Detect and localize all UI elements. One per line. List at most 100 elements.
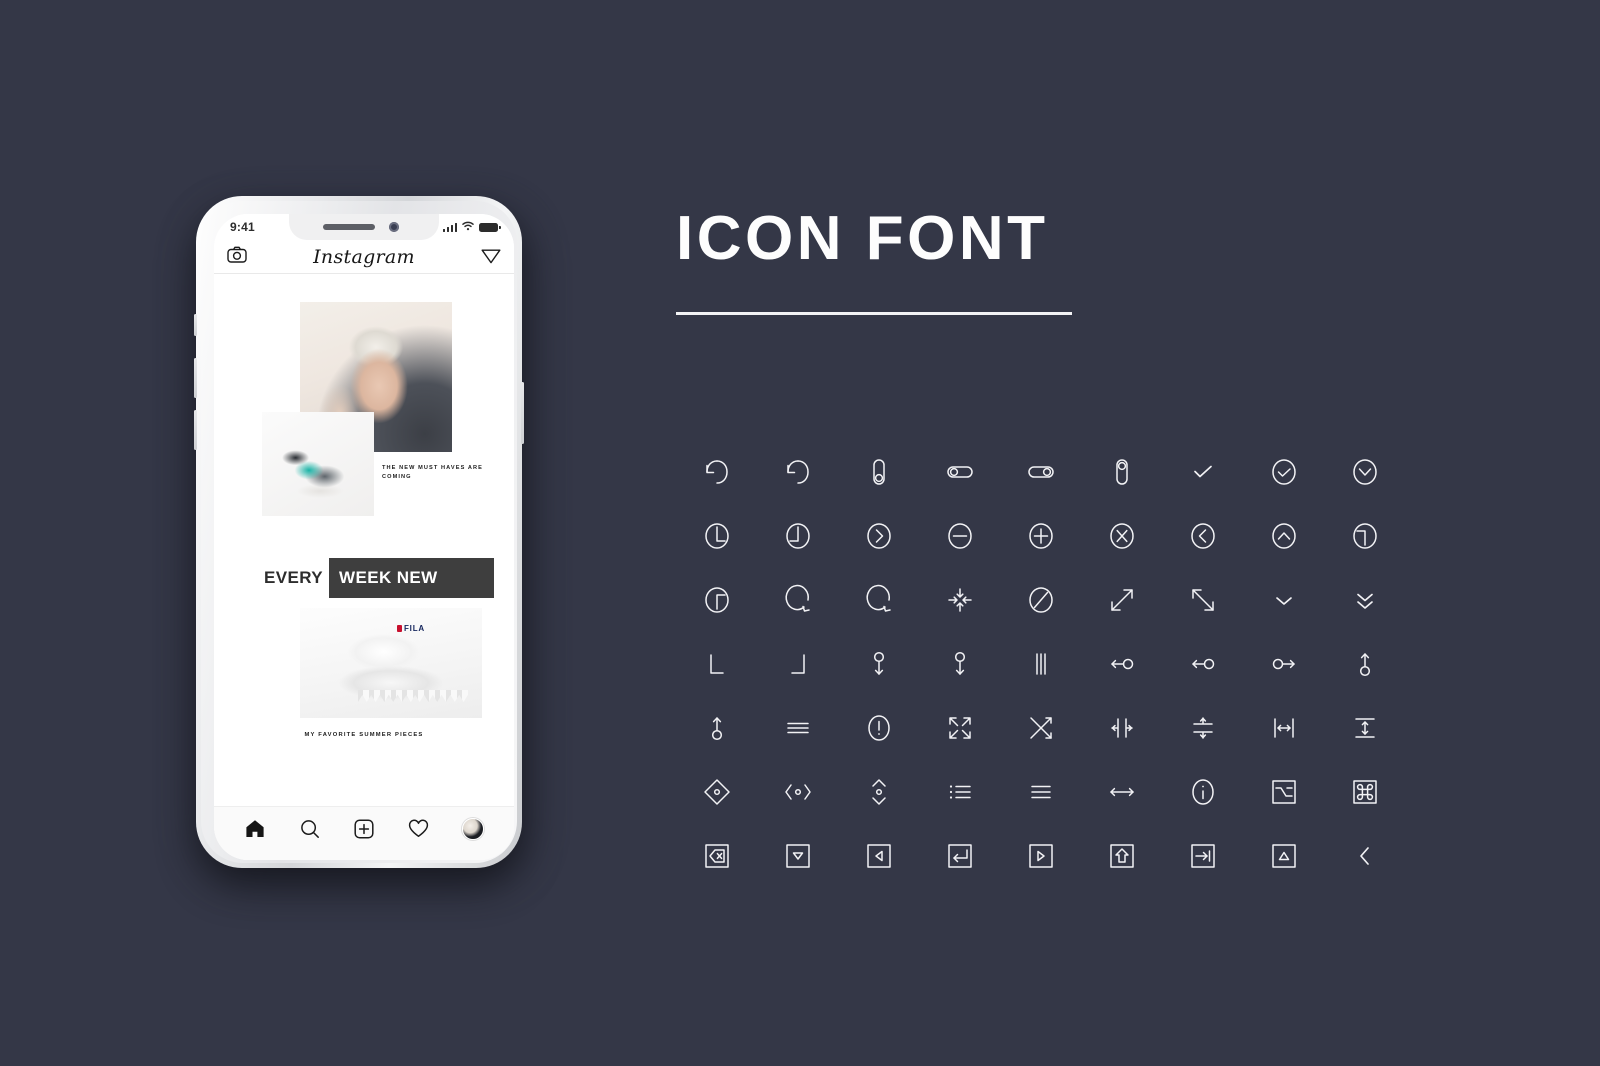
toggle-right-icon[interactable]	[1014, 445, 1068, 499]
hamburger-icon[interactable]	[1014, 765, 1068, 819]
alert-circle-icon[interactable]	[852, 701, 906, 755]
chevron-left-icon[interactable]	[1338, 829, 1392, 883]
phone-bezel: 9:41 Instagram THE NEW MUST HAVES ARE CO…	[201, 201, 517, 863]
distribute-vertical-icon[interactable]	[1176, 701, 1230, 755]
page-title: ICON FONT	[676, 204, 1049, 273]
minus-circle-icon[interactable]	[933, 509, 987, 563]
battery-icon	[479, 222, 501, 232]
corner-bottom-left-icon[interactable]	[690, 637, 744, 691]
x-circle-icon[interactable]	[1095, 509, 1149, 563]
phone-screen: 9:41 Instagram THE NEW MUST HAVES ARE CO…	[214, 214, 514, 860]
wifi-icon	[462, 218, 474, 236]
promo-left-text: EVERY	[232, 558, 330, 598]
measure-width-icon[interactable]	[1257, 701, 1311, 755]
signal-bars-icon	[442, 222, 457, 232]
home-icon[interactable]	[238, 814, 272, 844]
shift-key-icon[interactable]	[1095, 829, 1149, 883]
shuffle-icon[interactable]	[1014, 701, 1068, 755]
corner-up-right-circle-icon[interactable]	[690, 573, 744, 627]
three-vertical-lines-icon[interactable]	[1014, 637, 1068, 691]
diamond-dot-icon[interactable]	[690, 765, 744, 819]
icon-grid	[676, 440, 1406, 888]
circle-arrow-right-end-icon[interactable]	[1257, 637, 1311, 691]
chevron-right-circle-icon[interactable]	[852, 509, 906, 563]
enter-key-icon[interactable]	[933, 829, 987, 883]
app-header: Instagram	[214, 240, 514, 274]
arrow-left-circle-end-icon[interactable]	[1095, 637, 1149, 691]
command-key-icon[interactable]	[1338, 765, 1392, 819]
corner-up-left-circle-icon[interactable]	[1338, 509, 1392, 563]
corner-down-right-circle-icon[interactable]	[771, 509, 825, 563]
instagram-feed[interactable]: THE NEW MUST HAVES ARE COMING EVERY WEEK…	[214, 274, 514, 806]
option-key-icon[interactable]	[1257, 765, 1311, 819]
status-time: 9:41	[230, 220, 255, 234]
paper-plane-icon[interactable]	[481, 245, 501, 269]
caps-key-icon[interactable]	[1257, 829, 1311, 883]
search-icon[interactable]	[293, 814, 327, 844]
refresh-counterclockwise-icon[interactable]	[771, 573, 825, 627]
tab-key-icon[interactable]	[1176, 829, 1230, 883]
post-image-teal-sneaker[interactable]	[262, 412, 374, 516]
maximize-icon[interactable]	[933, 701, 987, 755]
avatar[interactable]	[456, 814, 490, 844]
chevrons-down-icon[interactable]	[1338, 573, 1392, 627]
icon-font-panel: ICON FONT	[676, 204, 1436, 868]
promo-banner[interactable]: EVERY WEEK NEW	[232, 558, 494, 598]
info-circle-icon[interactable]	[1176, 765, 1230, 819]
measure-height-icon[interactable]	[1338, 701, 1392, 755]
plus-circle-icon[interactable]	[1014, 509, 1068, 563]
chevron-down-icon[interactable]	[1257, 573, 1311, 627]
arrow-left-circle-end-alt-icon[interactable]	[1176, 637, 1230, 691]
heart-icon[interactable]	[401, 814, 435, 844]
arrow-diagonal-down-right-icon[interactable]	[1176, 573, 1230, 627]
left-key-icon[interactable]	[852, 829, 906, 883]
title-divider	[676, 312, 1072, 315]
chevrons-up-down-dot-icon[interactable]	[852, 765, 906, 819]
phone-frame: 9:41 Instagram THE NEW MUST HAVES ARE CO…	[194, 196, 524, 868]
check-circle-icon[interactable]	[1257, 445, 1311, 499]
toggle-vertical-on-icon[interactable]	[1095, 445, 1149, 499]
phone-mockup: 9:41 Instagram THE NEW MUST HAVES ARE CO…	[194, 196, 526, 874]
rotate-counterclockwise-icon[interactable]	[690, 445, 744, 499]
refresh-clockwise-icon[interactable]	[852, 573, 906, 627]
circle-arrow-down-alt-icon[interactable]	[933, 637, 987, 691]
silent-switch[interactable]	[194, 314, 197, 336]
menu-lines-icon[interactable]	[771, 701, 825, 755]
play-key-icon[interactable]	[1014, 829, 1068, 883]
arrow-diagonal-up-right-icon[interactable]	[1095, 573, 1149, 627]
sneaker-sole	[358, 690, 468, 702]
fila-brand-logo: FILA	[397, 624, 425, 633]
corner-down-left-circle-icon[interactable]	[690, 509, 744, 563]
circle-arrow-down-icon[interactable]	[852, 637, 906, 691]
slash-circle-icon[interactable]	[1014, 573, 1068, 627]
add-post-icon[interactable]	[347, 814, 381, 844]
circle-arrow-up-icon[interactable]	[690, 701, 744, 755]
avatar-image	[461, 817, 484, 840]
instagram-logo: Instagram	[313, 245, 415, 268]
check-icon[interactable]	[1176, 445, 1230, 499]
dropdown-key-icon[interactable]	[771, 829, 825, 883]
promo-right-text: WEEK NEW	[329, 558, 494, 598]
circle-arrow-up-end-icon[interactable]	[1338, 637, 1392, 691]
list-icon[interactable]	[933, 765, 987, 819]
toggle-left-icon[interactable]	[933, 445, 987, 499]
chevron-up-circle-icon[interactable]	[1257, 509, 1311, 563]
volume-up-button[interactable]	[194, 358, 197, 398]
collapse-icon[interactable]	[933, 573, 987, 627]
post-caption-2: MY FAVORITE SUMMER PIECES	[304, 732, 424, 738]
arrows-horizontal-icon[interactable]	[1095, 765, 1149, 819]
volume-down-button[interactable]	[194, 410, 197, 450]
backspace-key-icon[interactable]	[690, 829, 744, 883]
toggle-vertical-off-icon[interactable]	[852, 445, 906, 499]
camera-icon[interactable]	[227, 246, 247, 268]
rotate-clockwise-icon[interactable]	[771, 445, 825, 499]
power-button[interactable]	[521, 382, 524, 444]
angle-brackets-dot-icon[interactable]	[771, 765, 825, 819]
post-caption-1: THE NEW MUST HAVES ARE COMING	[382, 465, 483, 481]
chevron-down-circle-icon[interactable]	[1338, 445, 1392, 499]
corner-bottom-right-icon[interactable]	[771, 637, 825, 691]
post-image-white-sneaker[interactable]: FILA	[300, 608, 482, 718]
distribute-horizontal-icon[interactable]	[1095, 701, 1149, 755]
front-camera-icon	[389, 222, 399, 232]
chevron-left-circle-icon[interactable]	[1176, 509, 1230, 563]
